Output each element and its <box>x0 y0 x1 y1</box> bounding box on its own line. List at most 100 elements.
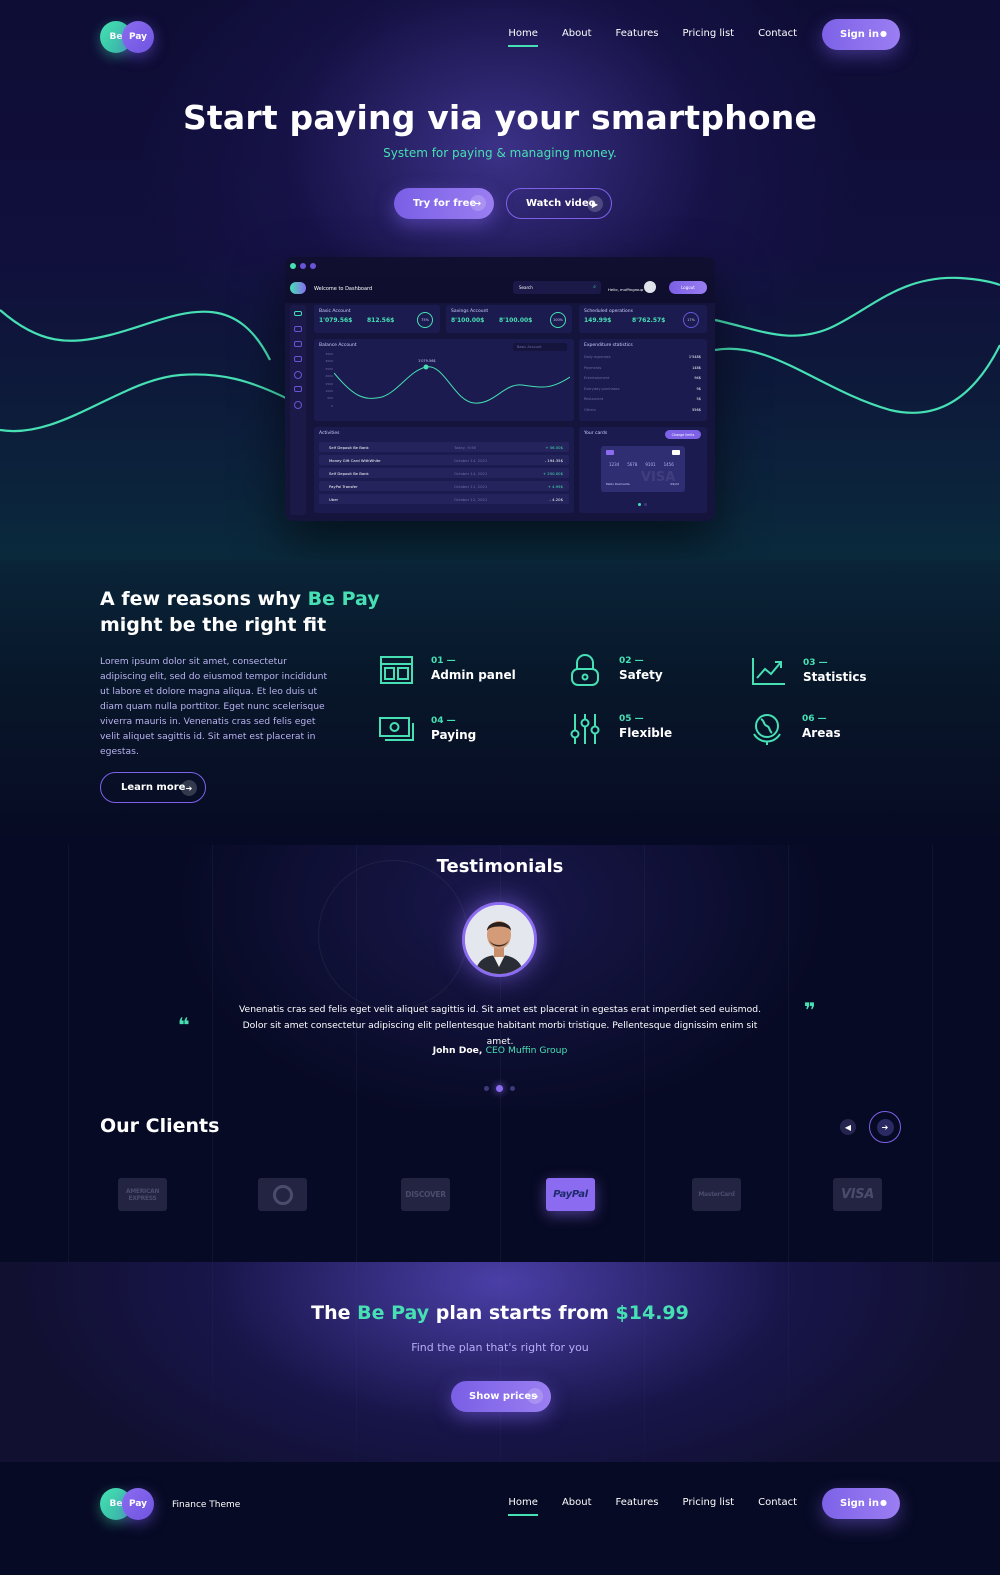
feature-statistics[interactable]: 03 — Statistics <box>751 656 901 696</box>
sidebar-clock-icon[interactable] <box>294 371 302 379</box>
footer-nav-about[interactable]: About <box>562 1497 592 1508</box>
reasons-title-brand: Be Pay <box>307 588 380 610</box>
hero-title: Start paying via your smartphone <box>182 98 818 137</box>
scheduled-operations-card[interactable]: Scheduled operations 149.99$ 8'762.57$ 1… <box>579 305 707 333</box>
expenditure-list: Daily expenses 1'548$ Payments 148$ Entert… <box>584 352 701 415</box>
balance-dropdown[interactable]: Basic Account <box>513 343 567 351</box>
expenditure-title: Expenditure statistics <box>584 343 633 348</box>
feature-paying[interactable]: 04 — Paying <box>379 714 529 754</box>
footer-signin-button[interactable]: Sign in ● <box>822 1488 900 1519</box>
client-logo-visa[interactable]: VISA <box>833 1178 882 1211</box>
padlock-icon <box>571 654 599 686</box>
reasons-body: Lorem ipsum dolor sit amet, consectetur … <box>100 656 328 757</box>
cta-price: $14.99 <box>615 1302 689 1324</box>
cta-brand: Be Pay <box>357 1302 430 1324</box>
quote-open-icon: ❝ <box>178 1013 190 1037</box>
nav-contact[interactable]: Contact <box>758 28 797 39</box>
clients-prev-button[interactable]: ◀ <box>840 1119 856 1135</box>
footer-brand-logo[interactable]: Be Pay <box>100 1488 156 1520</box>
show-prices-button[interactable]: Show prices ➔ <box>451 1381 551 1412</box>
pagination-dot-active[interactable] <box>496 1085 503 1092</box>
dashboard-mockup: Welcome to Dashboard Search ⌕ Hello, muf… <box>285 257 715 521</box>
feature-flexible[interactable]: 05 — Flexible <box>567 712 717 752</box>
footer-nav-pricing[interactable]: Pricing list <box>683 1497 735 1508</box>
dashboard-sidebar <box>290 305 306 515</box>
activity-row[interactable]: Self Deposit Be Bank October 14, 2021 + 25… <box>319 468 569 478</box>
client-logo-paypal[interactable]: PayPal <box>546 1178 595 1211</box>
learn-more-button[interactable]: Learn more ➔ <box>100 772 206 803</box>
signin-button[interactable]: Sign in ● <box>822 19 900 50</box>
watch-video-label: Watch video <box>526 198 596 209</box>
logout-button[interactable]: Logout <box>669 281 707 294</box>
savings-account-card[interactable]: Savings Account 8'100.00$ 8'100.00$ 100% <box>446 305 572 333</box>
footer-tagline: Finance Theme <box>172 1500 241 1510</box>
dashboard-search[interactable]: Search ⌕ <box>513 281 601 294</box>
testimonials-section <box>0 845 1000 1110</box>
feature-areas[interactable]: 06 — Areas <box>750 712 900 752</box>
nav-features[interactable]: Features <box>616 28 659 39</box>
arrow-right-icon: ➔ <box>527 1388 543 1404</box>
basic-account-value1: 1'079.56$ <box>319 317 353 324</box>
basic-account-percent: 75% <box>417 312 433 328</box>
footer-nav-contact[interactable]: Contact <box>758 1497 797 1508</box>
nav-about[interactable]: About <box>562 28 592 39</box>
dashboard-avatar[interactable] <box>644 281 656 293</box>
person-photo <box>465 905 534 974</box>
nav-pricing[interactable]: Pricing list <box>683 28 735 39</box>
dashboard-logo-icon <box>290 282 306 294</box>
sidebar-calendar-icon[interactable] <box>294 356 302 362</box>
sidebar-wallet-icon[interactable] <box>294 326 302 332</box>
your-cards-title: Your cards <box>584 431 608 436</box>
card-expiry: 09/22 <box>670 482 679 486</box>
sliders-icon <box>570 714 600 744</box>
testimonial-author: John Doe, CEO Muffin Group <box>432 1045 568 1056</box>
client-logo-diners[interactable] <box>258 1178 307 1211</box>
dashboard-search-placeholder: Search <box>519 285 533 290</box>
change-limits-button[interactable]: Change limits <box>665 430 701 439</box>
try-free-button[interactable]: Try for free ➔ <box>394 188 494 219</box>
nav-home[interactable]: Home <box>508 28 538 47</box>
sidebar-refresh-icon[interactable] <box>294 386 302 392</box>
learn-more-label: Learn more <box>121 782 186 793</box>
feature-name: Admin panel <box>431 668 516 682</box>
feature-admin-panel[interactable]: 01 — Admin panel <box>379 654 529 694</box>
sidebar-home-icon[interactable] <box>294 311 302 316</box>
activity-row[interactable]: PayPal Transfer October 11, 2021 + 4.99$ <box>319 481 569 491</box>
credit-card[interactable]: 1234 5678 9101 1456 Pablo Diamante VISA 09/… <box>601 446 685 492</box>
sidebar-search-icon[interactable] <box>294 401 302 409</box>
expenditure-card: Expenditure statistics Daily expenses 1'5… <box>579 339 707 421</box>
activity-row[interactable]: Money Gift Card WithWhite October 14, 202… <box>319 455 569 465</box>
activity-row[interactable]: Uber October 12, 2021- 4.20$ <box>319 494 569 504</box>
client-logo-amex[interactable]: AMERICAN EXPRESS <box>118 1178 167 1211</box>
activity-row[interactable]: Self Deposit Be Bank Today, 9:56 + 56.50$ <box>319 442 569 452</box>
watch-video-button[interactable]: Watch video ▶ <box>506 188 612 219</box>
footer-nav-features[interactable]: Features <box>616 1497 659 1508</box>
sidebar-chart-icon[interactable] <box>294 341 302 347</box>
testimonials-title: Testimonials <box>436 856 564 877</box>
savings-account-value1: 8'100.00$ <box>451 317 485 324</box>
feature-name: Statistics <box>803 670 867 684</box>
activities-card: Activities Self Deposit Be Bank Today, 9:… <box>314 427 574 513</box>
play-icon: ▶ <box>587 196 603 212</box>
quote-close-icon: ❞ <box>804 998 816 1022</box>
scheduled-value2: 8'762.57$ <box>632 317 666 324</box>
testimonial-role: CEO Muffin Group <box>485 1045 568 1056</box>
pagination-dot[interactable] <box>484 1086 489 1091</box>
savings-account-title: Savings Account <box>451 309 489 314</box>
brand-logo[interactable]: Be Pay <box>100 21 156 53</box>
logo-right: Pay <box>122 21 154 53</box>
decorative-ring <box>318 860 468 1010</box>
client-logo-mastercard[interactable]: MasterCard <box>692 1178 741 1211</box>
clients-next-button[interactable]: ➔ <box>869 1111 901 1143</box>
card-chip-icon <box>606 450 614 455</box>
pagination-dot[interactable] <box>510 1086 515 1091</box>
footer-nav-home[interactable]: Home <box>508 1497 538 1516</box>
feature-name: Flexible <box>619 726 673 740</box>
client-logo-discover[interactable]: DISCOVER <box>401 1178 450 1211</box>
feature-num: 04 — <box>431 716 456 726</box>
basic-account-card[interactable]: Basic Account 1'079.56$ 812.56$ 75% <box>314 305 440 333</box>
savings-account-value2: 8'100.00$ <box>499 317 533 324</box>
hero-subtitle: System for paying & managing money. <box>383 146 617 160</box>
card-logo-icon <box>672 450 680 455</box>
feature-safety[interactable]: 02 — Safety <box>567 654 717 694</box>
